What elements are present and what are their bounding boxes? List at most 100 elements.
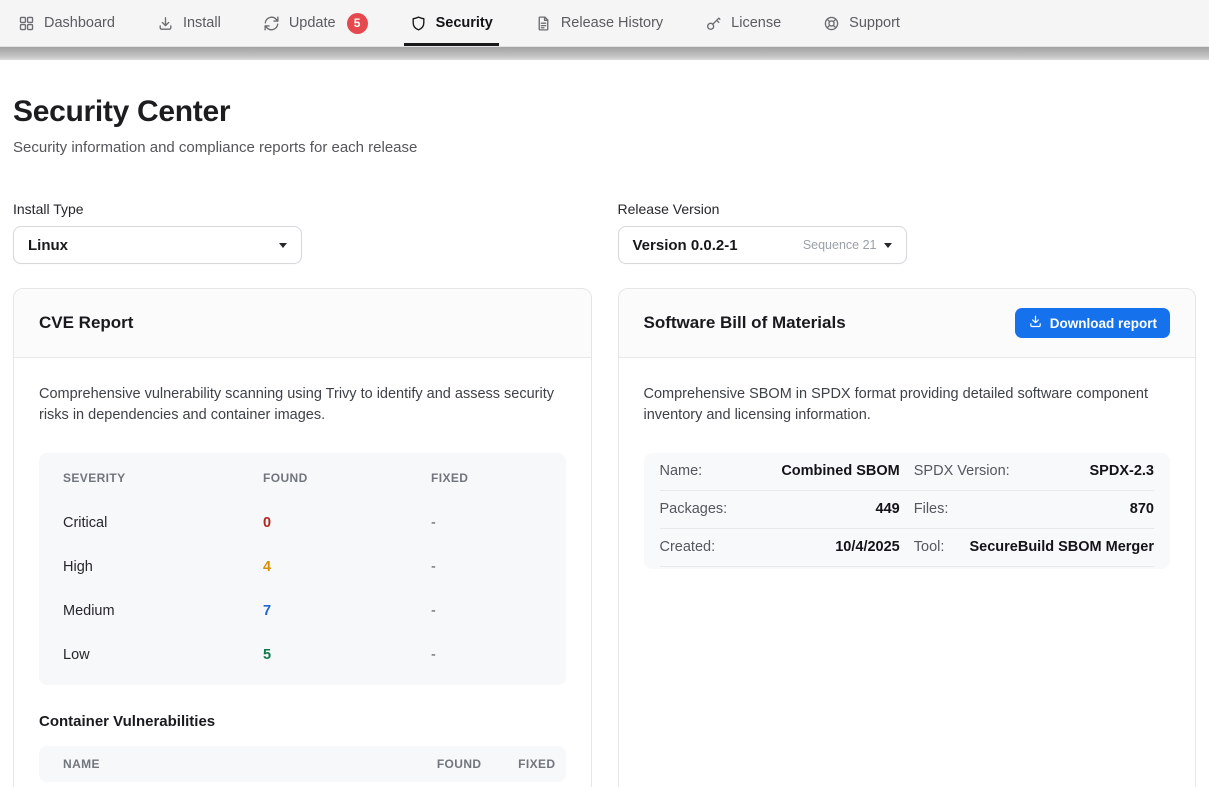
severity-table-header: SEVERITYFOUNDFIXED <box>39 455 566 501</box>
column-header-found: FOUND <box>263 471 431 485</box>
sbom-info-cell: Tool: SecureBuild SBOM Merger <box>914 529 1154 566</box>
nav-item-release-history[interactable]: Release History <box>535 0 663 46</box>
key-icon <box>705 15 722 32</box>
lifebuoy-icon <box>823 15 840 32</box>
severity-name: Medium <box>63 603 263 619</box>
install-type-filter: Install Type Linux <box>13 201 592 264</box>
sbom-info-value: 870 <box>1130 501 1154 517</box>
sbom-info-cell: Files: 870 <box>914 491 1154 528</box>
cv-column-header-name: NAME <box>63 757 400 771</box>
severity-row-critical: Critical0- <box>39 501 566 545</box>
sbom-card-body: Comprehensive SBOM in SPDX format provid… <box>619 358 1196 595</box>
severity-fixed-count: - <box>431 647 542 663</box>
page-head: Security Center Security information and… <box>13 95 1196 156</box>
sbom-info-label: Tool: <box>914 539 945 555</box>
nav-item-label: Install <box>183 15 221 31</box>
nav-item-label: Security <box>436 15 493 31</box>
chevron-down-icon <box>279 243 287 248</box>
shield-icon <box>410 15 427 32</box>
sbom-description: Comprehensive SBOM in SPDX format provid… <box>644 384 1169 427</box>
download-icon <box>157 15 174 32</box>
dashboard-grid-icon <box>18 15 35 32</box>
filters-row: Install Type Linux Release Version Versi… <box>13 201 1196 264</box>
nav-item-dashboard[interactable]: Dashboard <box>18 0 115 46</box>
release-sequence-label: Sequence 21 <box>803 238 877 252</box>
nav-item-label: Dashboard <box>44 15 115 31</box>
chevron-down-icon <box>884 243 892 248</box>
install-type-label: Install Type <box>13 201 592 217</box>
sbom-card-title: Software Bill of Materials <box>644 313 846 333</box>
sbom-info-value: Combined SBOM <box>781 463 899 479</box>
download-report-label: Download report <box>1050 316 1157 331</box>
sbom-info-label: Name: <box>660 463 703 479</box>
release-version-value: Version 0.0.2-1 <box>633 237 738 254</box>
severity-row-low: Low5- <box>39 633 566 677</box>
severity-row-medium: Medium7- <box>39 589 566 633</box>
cve-card-title: CVE Report <box>39 313 133 333</box>
nav-item-label: Release History <box>561 15 663 31</box>
sbom-info-row: Packages: 449 Files: 870 <box>660 491 1155 529</box>
nav-item-license[interactable]: License <box>705 0 781 46</box>
sbom-info-label: Files: <box>914 501 949 517</box>
sbom-info-label: Created: <box>660 539 716 555</box>
severity-fixed-count: - <box>431 559 542 575</box>
container-vulns-title: Container Vulnerabilities <box>39 713 566 730</box>
severity-row-high: High4- <box>39 545 566 589</box>
page-subtitle: Security information and compliance repo… <box>13 139 1196 156</box>
sbom-info-label: SPDX Version: <box>914 463 1010 479</box>
update-count-badge: 5 <box>347 13 368 34</box>
release-version-meta-group: Sequence 21 <box>803 238 892 252</box>
top-navigation: Dashboard Install Update 5 Security Release H… <box>0 0 1209 47</box>
nav-item-support[interactable]: Support <box>823 0 900 46</box>
report-cards: CVE Report Comprehensive vulnerability s… <box>13 288 1196 787</box>
sbom-info-row: Name: Combined SBOM SPDX Version: SPDX-2.3 <box>660 453 1155 491</box>
sbom-card-header: Software Bill of Materials Download repo… <box>619 289 1196 358</box>
severity-fixed-count: - <box>431 603 542 619</box>
cve-report-card: CVE Report Comprehensive vulnerability s… <box>13 288 592 787</box>
sbom-info-value: 449 <box>876 501 900 517</box>
document-icon <box>535 15 552 32</box>
release-version-select[interactable]: Version 0.0.2-1 Sequence 21 <box>618 226 907 264</box>
severity-name: Low <box>63 647 263 663</box>
cve-card-body: Comprehensive vulnerability scanning usi… <box>14 358 591 787</box>
nav-item-security[interactable]: Security <box>410 0 493 46</box>
severity-name: Critical <box>63 515 263 531</box>
sbom-info-cell: SPDX Version: SPDX-2.3 <box>914 453 1154 490</box>
release-version-label: Release Version <box>618 201 1197 217</box>
sbom-info-grid: Name: Combined SBOM SPDX Version: SPDX-2.3 P… <box>644 453 1171 569</box>
download-report-button[interactable]: Download report <box>1015 308 1170 338</box>
severity-name: High <box>63 559 263 575</box>
column-header-fixed: FIXED <box>431 471 542 485</box>
nav-item-label: Update <box>289 15 336 31</box>
cve-description: Comprehensive vulnerability scanning usi… <box>39 384 564 427</box>
sbom-info-cell: Name: Combined SBOM <box>660 453 900 490</box>
nav-item-install[interactable]: Install <box>157 0 221 46</box>
sbom-info-value: SPDX-2.3 <box>1090 463 1154 479</box>
cve-card-header: CVE Report <box>14 289 591 358</box>
cv-column-header-fixed: FIXED <box>500 757 556 771</box>
sbom-info-cell: Created: 10/4/2025 <box>660 529 900 566</box>
sbom-card: Software Bill of Materials Download repo… <box>618 288 1197 787</box>
sbom-info-cell: Packages: 449 <box>660 491 900 528</box>
main-content: Security Center Security information and… <box>13 95 1196 787</box>
severity-found-count: 0 <box>263 515 431 531</box>
severity-fixed-count: - <box>431 515 542 531</box>
refresh-icon <box>263 15 280 32</box>
column-header-severity: SEVERITY <box>63 471 263 485</box>
sbom-info-row: Created: 10/4/2025 Tool: SecureBuild SBOM M… <box>660 529 1155 567</box>
sbom-info-value: SecureBuild SBOM Merger <box>969 539 1154 555</box>
severity-table: SEVERITYFOUNDFIXEDCritical0-High4-Medium… <box>39 453 566 685</box>
severity-found-count: 4 <box>263 559 431 575</box>
nav-shadow-divider <box>0 47 1209 60</box>
install-type-select[interactable]: Linux <box>13 226 302 264</box>
download-icon <box>1028 314 1043 332</box>
severity-found-count: 7 <box>263 603 431 619</box>
sbom-info-label: Packages: <box>660 501 728 517</box>
nav-item-update[interactable]: Update 5 <box>263 0 368 46</box>
sbom-info-value: 10/4/2025 <box>835 539 900 555</box>
release-version-filter: Release Version Version 0.0.2-1 Sequence… <box>618 201 1197 264</box>
nav-item-label: License <box>731 15 781 31</box>
cv-column-header-found: FOUND <box>418 757 482 771</box>
severity-found-count: 5 <box>263 647 431 663</box>
page-title: Security Center <box>13 95 1196 129</box>
